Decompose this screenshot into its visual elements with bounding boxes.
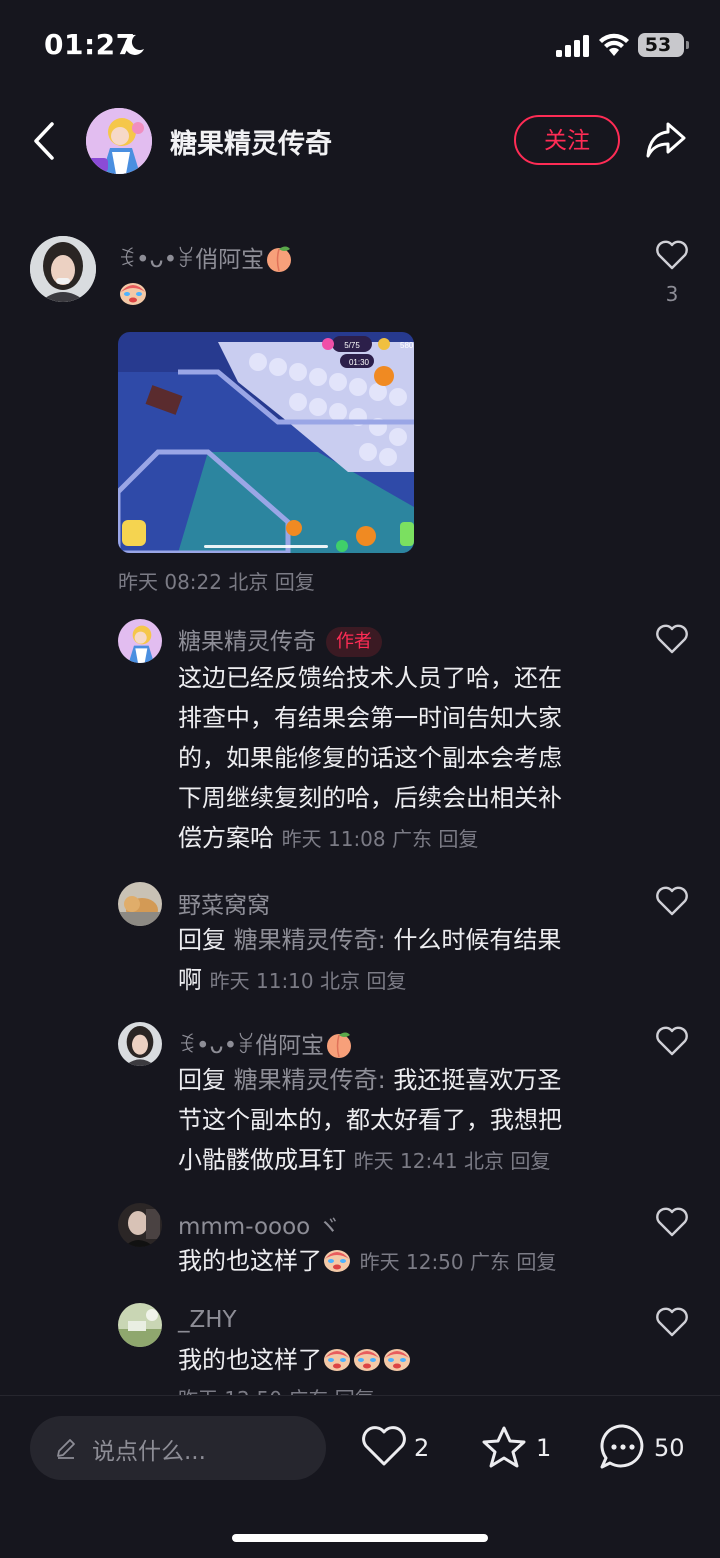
woman-portrait-image: [118, 1022, 162, 1066]
reply-username[interactable]: ꉂ•ᴗ•ꉃ俏阿宝: [178, 1026, 354, 1060]
reply-text: 回复 糖果精灵传奇: 我还挺喜欢万圣 节这个副本的，都太好看了，我想把 小骷髅做…: [178, 1060, 618, 1181]
reply-prefix: 回复: [178, 926, 226, 954]
comment-username[interactable]: ꉂ•ᴗ•ꉃ俏阿宝: [118, 240, 294, 274]
commenter-avatar[interactable]: [30, 236, 96, 302]
reply-text-line: 的，如果能修复的话这个副本会考虑: [178, 744, 562, 772]
crying-emoji-icon: [354, 1349, 380, 1371]
back-chevron-icon[interactable]: [30, 120, 60, 162]
home-indicator[interactable]: [232, 1534, 488, 1542]
comment-bubble-icon[interactable]: [598, 1422, 648, 1472]
reply-text-line: 排查中，有结果会第一时间告知大家: [178, 704, 562, 732]
reply-text: 回复 糖果精灵传奇: 什么时候有结果 啊 昨天 11:10 北京 回复: [178, 920, 618, 1001]
reply-target[interactable]: 糖果精灵传奇:: [234, 1066, 386, 1094]
reply-meta: 昨天 12:50 广东 回复: [359, 1250, 557, 1274]
username-text: 糖果精灵传奇: [178, 629, 316, 655]
reply-username[interactable]: 糖果精灵传奇 作者: [178, 622, 382, 657]
reply-text-line: 节这个副本的，都太好看了，我想把: [178, 1106, 562, 1134]
game-board-image: 5/75 01:30 580: [118, 332, 414, 553]
page-title: 糖果精灵传奇: [170, 129, 332, 160]
reply-text: 这边已经反馈给技术人员了哈，还在 排查中，有结果会第一时间告知大家 的，如果能修…: [178, 658, 618, 859]
game-timer: 01:30: [349, 358, 370, 367]
signal-icon: [556, 35, 589, 57]
comment-total: 50: [654, 1434, 685, 1462]
reply-text-line: 啊: [178, 966, 202, 994]
like-count: 3: [665, 282, 679, 306]
like-heart-icon[interactable]: [655, 1025, 689, 1057]
battery-indicator: 53: [638, 33, 689, 57]
reply-avatar[interactable]: [118, 1022, 162, 1066]
dark-portrait-image: [118, 1203, 162, 1247]
favorite-total: 1: [536, 1434, 552, 1462]
reply-avatar[interactable]: [118, 1203, 162, 1247]
reply-text-line: 偿方案哈: [178, 824, 274, 852]
pencil-icon: [57, 1439, 75, 1459]
comment-emoji-content: [118, 278, 148, 306]
like-heart-icon[interactable]: [655, 623, 689, 655]
reply-text-line: 什么时候有结果: [393, 926, 562, 954]
reply-text-line: 小骷髅做成耳钉: [178, 1146, 346, 1174]
game-coins: 580: [400, 341, 414, 350]
comment-meta: 昨天 08:22 北京 回复: [118, 570, 315, 594]
share-icon[interactable]: [644, 120, 688, 160]
reply-username[interactable]: _ZHY: [178, 1307, 237, 1333]
like-heart-icon[interactable]: [655, 1306, 689, 1338]
reply-prefix: 回复: [178, 1066, 226, 1094]
woman-portrait-image: [30, 236, 96, 302]
peach-emoji-icon: [327, 1032, 352, 1058]
cat-photo-image: [118, 882, 162, 926]
reply-text-line: 我的也这样了: [178, 1346, 322, 1374]
reply-text-line: 下周继续复刻的哈，后续会出相关补: [178, 784, 562, 812]
reply-avatar[interactable]: [118, 882, 162, 926]
reply-text: 我的也这样了 昨天 12:50 广东 回复: [178, 1241, 618, 1282]
landscape-photo-image: [118, 1303, 162, 1347]
candy-sprite-avatar-image: [86, 108, 152, 174]
candy-sprite-avatar-image: [118, 619, 162, 663]
author-badge: 作者: [326, 627, 382, 657]
favorite-star-icon[interactable]: [480, 1424, 528, 1470]
reply-meta: 昨天 11:08 广东 回复: [281, 827, 479, 851]
username-text: ꉂ•ᴗ•ꉃ俏阿宝: [118, 247, 265, 273]
reply-username[interactable]: mmm-oooo ヾ: [178, 1207, 341, 1241]
reply-text-line: 这边已经反馈给技术人员了哈，还在: [178, 664, 562, 692]
status-bar: 01:27 53: [0, 0, 720, 90]
comment-game-screenshot[interactable]: 5/75 01:30 580: [118, 332, 414, 553]
reply-text-line: 我的也这样了: [178, 1247, 322, 1275]
battery-level: 53: [644, 34, 672, 56]
like-heart-icon[interactable]: [655, 885, 689, 917]
bottom-action-bar: 说点什么... 2 1 50: [0, 1395, 720, 1558]
reply-username[interactable]: 野菜窝窝: [178, 886, 270, 920]
game-counter: 5/75: [344, 341, 360, 350]
crying-emoji-icon: [324, 1250, 350, 1272]
account-avatar[interactable]: [86, 108, 152, 174]
crying-emoji-icon: [120, 283, 146, 305]
like-heart-icon[interactable]: [655, 239, 689, 271]
username-text: ꉂ•ᴗ•ꉃ俏阿宝: [178, 1033, 325, 1059]
reply-avatar[interactable]: [118, 1303, 162, 1347]
comment-input[interactable]: 说点什么...: [30, 1416, 326, 1480]
reply-meta: 昨天 12:41 北京 回复: [353, 1149, 551, 1173]
crying-emoji-icon: [324, 1349, 350, 1371]
reply-target[interactable]: 糖果精灵传奇:: [234, 926, 386, 954]
comment-input-placeholder: 说点什么...: [92, 1439, 206, 1465]
wifi-icon: [599, 33, 629, 56]
follow-button[interactable]: 关注: [514, 115, 620, 165]
like-heart-icon[interactable]: [655, 1206, 689, 1238]
reply-meta: 昨天 11:10 北京 回复: [209, 969, 407, 993]
reply-text-line: 我还挺喜欢万圣: [393, 1066, 562, 1094]
peach-emoji-icon: [267, 246, 292, 272]
reply-avatar-author[interactable]: [118, 619, 162, 663]
like-total: 2: [414, 1434, 430, 1462]
like-heart-icon[interactable]: [360, 1424, 408, 1468]
crying-emoji-icon: [384, 1349, 410, 1371]
moon-icon: [124, 34, 144, 55]
